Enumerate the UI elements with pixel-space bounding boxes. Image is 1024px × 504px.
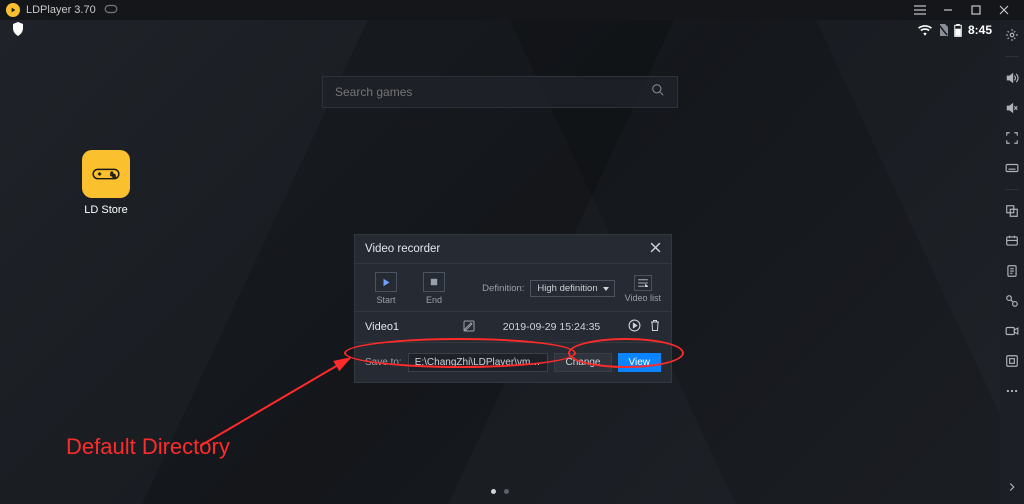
pager-dot[interactable] — [491, 489, 496, 494]
home-pager-dots[interactable] — [491, 489, 509, 494]
screenshot-button[interactable] — [1003, 352, 1021, 370]
pager-dot[interactable] — [504, 489, 509, 494]
fullscreen-button[interactable] — [1003, 129, 1021, 147]
definition-label: Definition: — [482, 283, 524, 294]
app-label: LD Store — [78, 204, 134, 216]
video-recorder-dialog: Video recorder Start End Definition: Hig… — [354, 234, 672, 383]
settings-button[interactable] — [1003, 26, 1021, 44]
maximize-button[interactable] — [962, 1, 990, 19]
android-status-bar: 8:45 — [0, 20, 1000, 40]
save-path-field[interactable]: E:\ChangZhi\LDPlayer\vms\video\ — [408, 353, 549, 372]
search-input[interactable] — [335, 85, 651, 99]
gamepad-icon — [104, 4, 118, 17]
play-button[interactable] — [628, 319, 641, 335]
sync-button[interactable] — [1003, 232, 1021, 250]
volume-up-button[interactable] — [1003, 69, 1021, 87]
minimize-button[interactable] — [934, 1, 962, 19]
video-entry: Video1 2019-09-29 15:24:35 — [355, 311, 671, 342]
video-record-button[interactable] — [1003, 322, 1021, 340]
view-button[interactable]: View — [618, 353, 662, 372]
macro-button[interactable] — [1003, 262, 1021, 280]
definition-value: High definition — [537, 283, 597, 294]
battery-icon — [954, 24, 962, 37]
record-start-button[interactable]: Start — [365, 272, 407, 305]
dialog-title: Video recorder — [365, 243, 650, 255]
definition-select[interactable]: High definition — [530, 280, 614, 297]
wifi-icon — [918, 25, 932, 36]
delete-button[interactable] — [649, 319, 661, 335]
volume-down-button[interactable] — [1003, 99, 1021, 117]
no-sim-icon — [938, 24, 948, 36]
video-timestamp: 2019-09-29 15:24:35 — [483, 321, 620, 333]
record-end-button[interactable]: End — [413, 272, 455, 305]
multi-instance-button[interactable] — [1003, 202, 1021, 220]
list-icon — [634, 275, 652, 291]
annotation-text: Default Directory — [66, 434, 230, 460]
more-button[interactable] — [1003, 382, 1021, 400]
stop-icon — [423, 272, 445, 292]
video-list-label: Video list — [625, 293, 661, 303]
start-label: Start — [365, 295, 407, 305]
ld-store-icon — [82, 150, 130, 198]
window-title: LDPlayer 3.70 — [26, 4, 96, 16]
rename-button[interactable] — [463, 320, 475, 335]
side-toolbar — [1000, 20, 1024, 504]
save-to-row: Save to: E:\ChangZhi\LDPlayer\vms\video\… — [355, 342, 671, 382]
close-button[interactable] — [990, 1, 1018, 19]
play-icon — [375, 272, 397, 292]
video-name: Video1 — [365, 321, 455, 333]
emulator-screen: 8:45 LD Store Video recorder Start — [0, 20, 1000, 504]
status-time: 8:45 — [968, 23, 992, 37]
menu-button[interactable] — [906, 1, 934, 19]
search-icon — [651, 83, 665, 102]
change-button[interactable]: Change — [554, 353, 611, 372]
app-logo-icon — [6, 3, 20, 17]
keyboard-button[interactable] — [1003, 159, 1021, 177]
dialog-close-button[interactable] — [650, 242, 661, 256]
video-list-button[interactable]: Video list — [625, 275, 661, 303]
dialog-titlebar: Video recorder — [355, 235, 671, 264]
end-label: End — [413, 295, 455, 305]
search-bar[interactable] — [322, 76, 678, 108]
toggle-sidebar-button[interactable] — [1003, 478, 1021, 496]
operation-record-button[interactable] — [1003, 292, 1021, 310]
app-ld-store[interactable]: LD Store — [78, 150, 134, 216]
save-to-label: Save to: — [365, 357, 402, 368]
shield-icon — [12, 22, 24, 39]
window-titlebar: LDPlayer 3.70 — [0, 0, 1024, 20]
